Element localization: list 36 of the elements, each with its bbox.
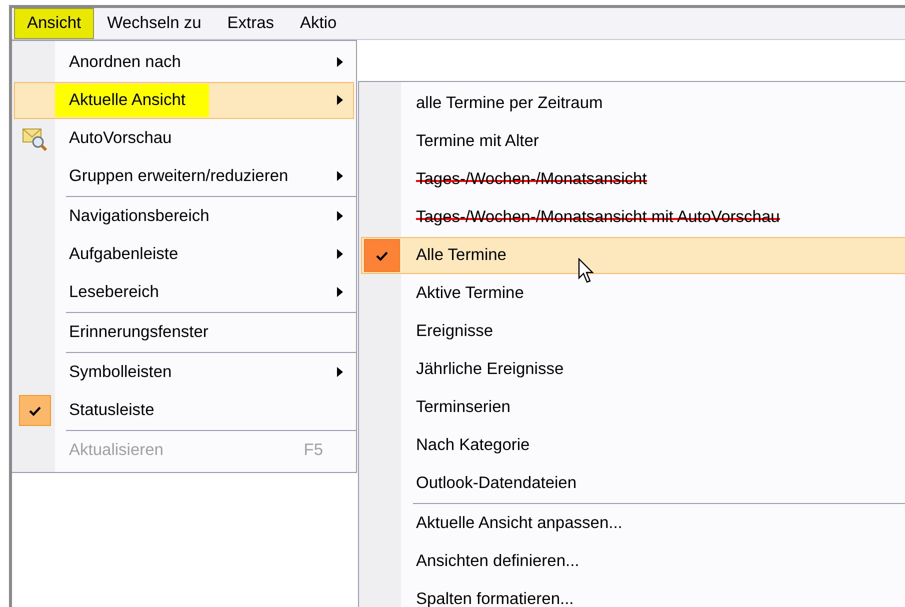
menu-item[interactable]: Terminserien — [361, 389, 905, 426]
menu-item[interactable]: Jährliche Ereignisse — [361, 351, 905, 388]
submenu-arrow-icon — [337, 95, 343, 105]
submenu-arrow-icon — [337, 171, 343, 181]
menu-item[interactable]: Lesebereich — [14, 274, 354, 311]
menu-item[interactable]: alle Termine per Zeitraum — [361, 85, 905, 122]
menu-item[interactable]: Aktuelle Ansicht — [14, 82, 354, 119]
menu-item[interactable]: Symbolleisten — [14, 354, 354, 391]
menu-item[interactable]: AutoVorschau — [14, 120, 354, 157]
menu-item[interactable]: Ansichten definieren... — [361, 543, 905, 580]
menu-bar-item[interactable]: Extras — [214, 8, 288, 39]
menu-item[interactable]: Gruppen erweitern/reduzieren — [14, 158, 354, 195]
cursor-icon — [578, 258, 594, 284]
menu-item[interactable]: Nach Kategorie — [361, 427, 905, 464]
menu-bar-item[interactable]: Ansicht — [14, 8, 94, 39]
menu-item[interactable]: Navigationsbereich — [14, 198, 354, 235]
checkmark-icon — [376, 250, 388, 260]
submenu-arrow-icon — [337, 249, 343, 259]
menu-item[interactable]: Aktuelle Ansicht anpassen... — [361, 505, 905, 542]
submenu-arrow-icon — [337, 211, 343, 221]
menu-bar-item[interactable]: Wechseln zu — [94, 8, 214, 39]
menu-item[interactable]: Ereignisse — [361, 313, 905, 350]
menu-item[interactable]: Aufgabenleiste — [14, 236, 354, 273]
menu-item[interactable]: Aktive Termine — [361, 275, 905, 312]
menu-item[interactable]: Termine mit Alter — [361, 123, 905, 160]
checkmark-icon — [29, 406, 41, 416]
menu-item[interactable]: Erinnerungsfenster — [14, 314, 354, 351]
submenu-arrow-icon — [337, 287, 343, 297]
menu-item[interactable]: Alle Termine — [361, 237, 905, 274]
submenu-arrow-icon — [337, 367, 343, 377]
menu-item[interactable]: Outlook-Datendateien — [361, 465, 905, 502]
menu-bar-item[interactable]: Aktio — [287, 8, 350, 39]
envelope-magnifier-icon — [22, 126, 48, 150]
menu-item[interactable]: Anordnen nach — [14, 44, 354, 81]
menu-item[interactable]: Statusleiste — [14, 392, 354, 429]
submenu-arrow-icon — [337, 57, 343, 67]
